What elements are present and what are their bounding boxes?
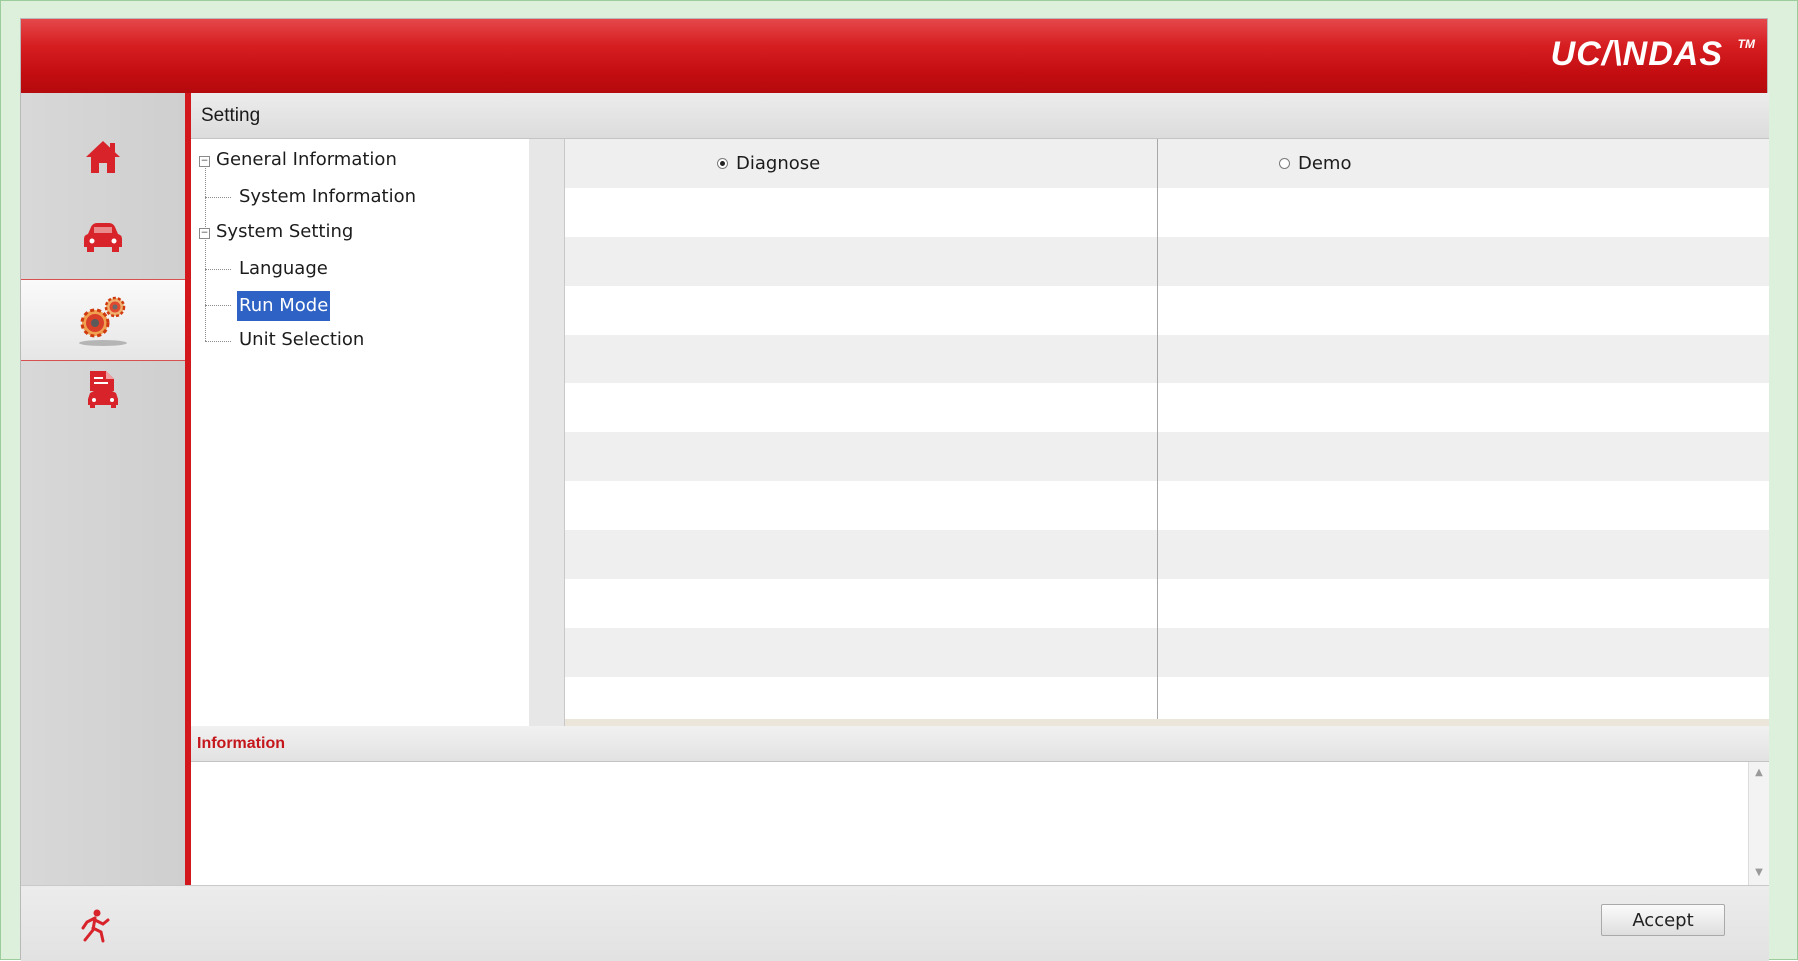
grid-row bbox=[565, 187, 1769, 237]
sidebar-item-home[interactable] bbox=[21, 117, 185, 197]
sidebar bbox=[21, 93, 185, 885]
exit-button[interactable] bbox=[75, 908, 115, 944]
radio-checked-icon[interactable] bbox=[717, 158, 728, 169]
grid-row bbox=[565, 579, 1769, 628]
grid-row bbox=[565, 334, 1769, 384]
settings-tree: − General Information System Information… bbox=[191, 139, 529, 726]
main-content: Setting − General Information System Inf… bbox=[191, 93, 1769, 885]
grid-row bbox=[565, 236, 1769, 286]
tree-guide-line bbox=[205, 341, 231, 342]
brand-logo: UC/\NDAS bbox=[1550, 35, 1723, 73]
information-header: Information bbox=[191, 726, 1769, 762]
page-title: Setting bbox=[201, 105, 261, 126]
car-icon bbox=[84, 223, 122, 252]
information-title: Information bbox=[197, 735, 285, 752]
radio-label: Diagnose bbox=[736, 153, 821, 174]
panel-splitter[interactable] bbox=[529, 139, 565, 726]
vehicle-report-icon bbox=[88, 371, 118, 408]
grid-row bbox=[565, 383, 1769, 433]
grid-column-separator bbox=[1157, 139, 1158, 726]
tree-node-system-setting[interactable]: System Setting bbox=[216, 221, 353, 242]
home-icon bbox=[86, 141, 120, 173]
grid-row bbox=[565, 285, 1769, 335]
accept-button[interactable]: Accept bbox=[1601, 904, 1725, 936]
radio-demo[interactable]: Demo bbox=[1279, 153, 1351, 174]
title-bar: Setting bbox=[191, 93, 1769, 139]
collapse-icon[interactable]: − bbox=[199, 156, 210, 167]
scroll-up-icon[interactable]: ▲ bbox=[1752, 766, 1766, 780]
grid-row bbox=[565, 530, 1769, 580]
tree-guide-line bbox=[205, 233, 206, 341]
grid-row bbox=[565, 432, 1769, 482]
information-scrollbar[interactable]: ▲ ▼ bbox=[1748, 762, 1769, 885]
sidebar-item-vehicle[interactable] bbox=[21, 197, 185, 277]
tree-node-general-information[interactable]: General Information bbox=[216, 149, 397, 170]
tree-node-unit-selection[interactable]: Unit Selection bbox=[239, 329, 364, 350]
grid-row bbox=[565, 628, 1769, 677]
collapse-icon[interactable]: − bbox=[199, 228, 210, 239]
radio-diagnose[interactable]: Diagnose bbox=[717, 153, 820, 174]
tree-guide-line bbox=[205, 197, 231, 198]
grid-bottom-edge bbox=[565, 719, 1769, 726]
bottom-bar: Accept bbox=[21, 885, 1769, 961]
tree-node-system-information[interactable]: System Information bbox=[239, 186, 416, 207]
gears-icon bbox=[79, 296, 127, 346]
radio-unchecked-icon[interactable] bbox=[1279, 158, 1290, 169]
brand-trademark: TM bbox=[1737, 37, 1755, 51]
tree-guide-line bbox=[205, 269, 231, 270]
sidebar-item-report[interactable] bbox=[21, 349, 185, 429]
radio-label: Demo bbox=[1298, 153, 1352, 174]
top-bar: UC/\NDAS TM bbox=[21, 19, 1767, 93]
grid-row bbox=[565, 481, 1769, 531]
tree-node-run-mode[interactable]: Run Mode bbox=[235, 290, 332, 322]
running-man-exit-icon bbox=[81, 909, 110, 943]
grid-row: Diagnose Demo bbox=[565, 139, 1769, 188]
app-window: UC/\NDAS TM Setting − General Informatio… bbox=[20, 18, 1769, 961]
information-text-area[interactable]: ▲ ▼ bbox=[191, 762, 1769, 885]
run-mode-grid: Diagnose Demo bbox=[565, 139, 1769, 726]
tree-guide-line bbox=[205, 305, 231, 306]
scroll-down-icon[interactable]: ▼ bbox=[1752, 866, 1766, 880]
tree-node-language[interactable]: Language bbox=[239, 258, 328, 279]
